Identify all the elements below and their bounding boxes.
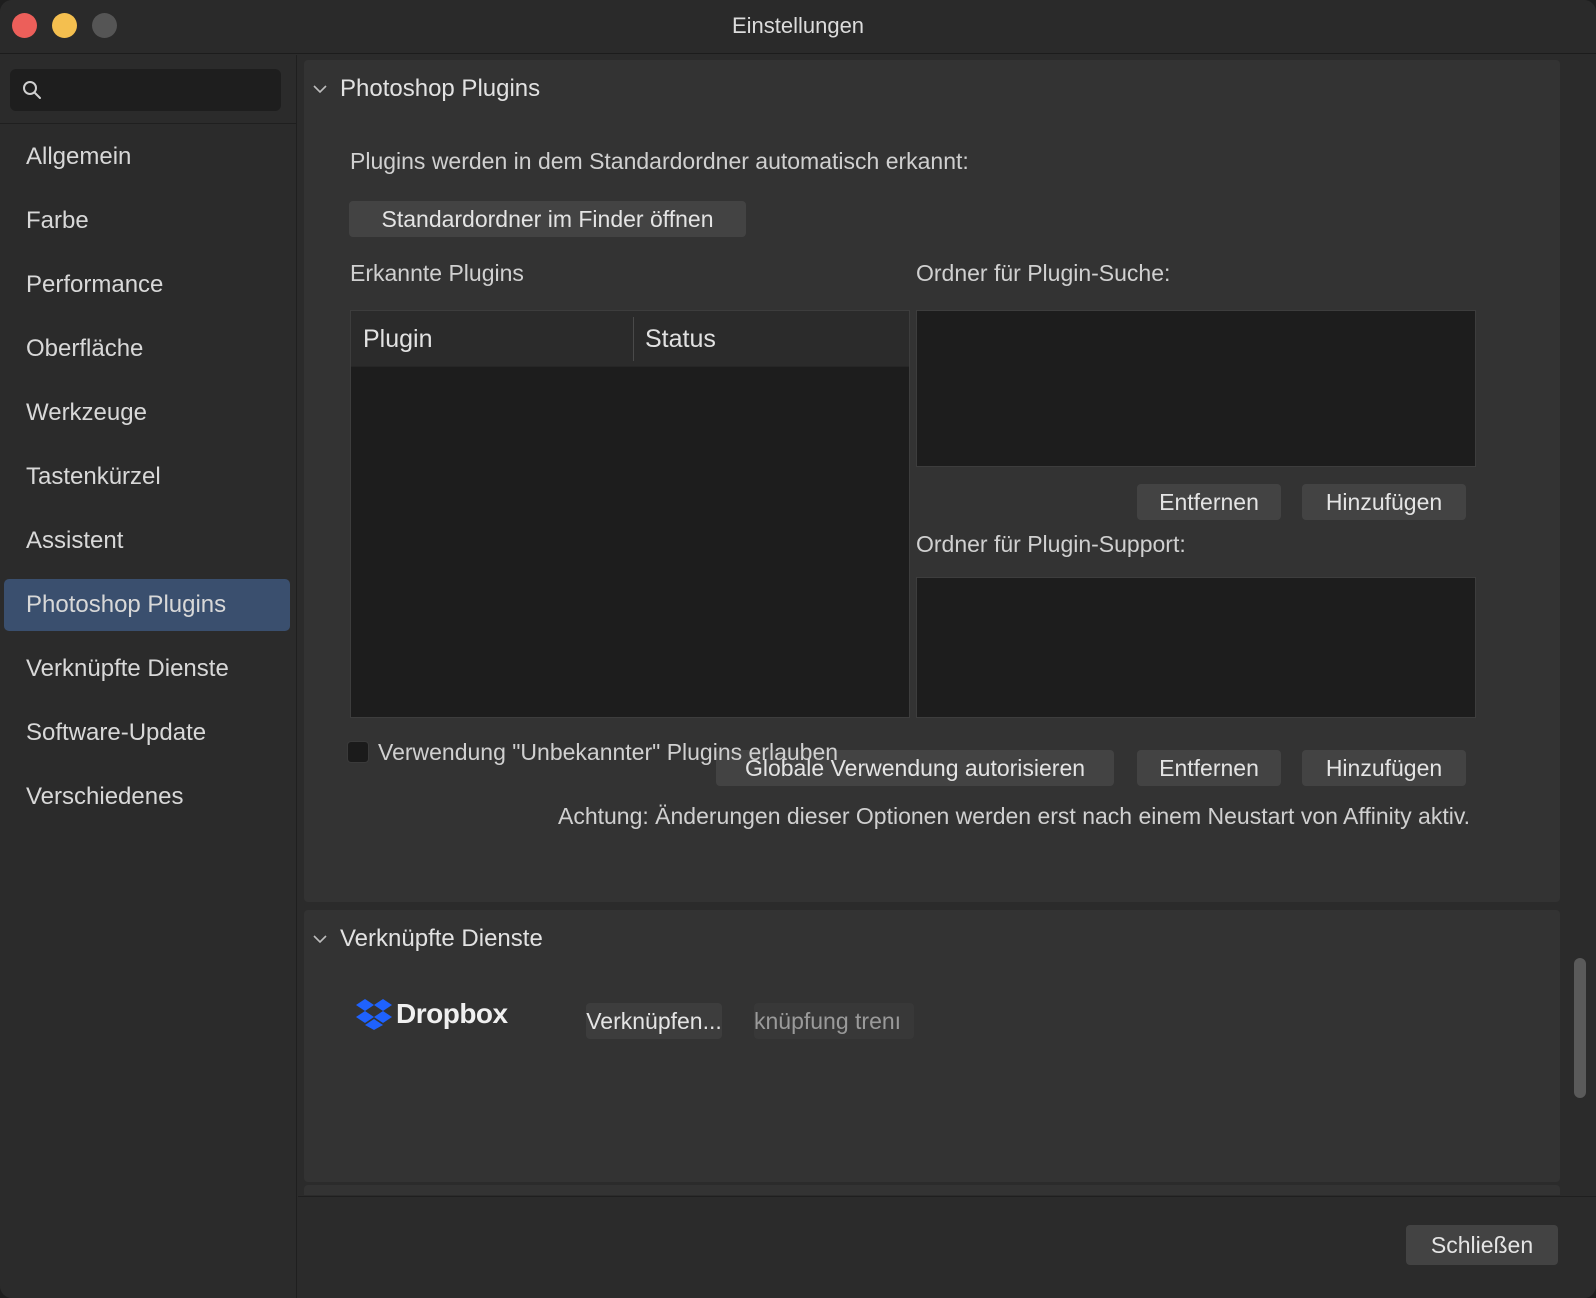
- preferences-window: Einstellungen Allgemein Farbe Performanc…: [0, 0, 1596, 1298]
- settings-content[interactable]: Photoshop Plugins Plugins werden in dem …: [298, 55, 1566, 1195]
- search-input[interactable]: [54, 75, 274, 105]
- add-search-folder-button[interactable]: Hinzufügen: [1302, 484, 1466, 520]
- sidebar: Allgemein Farbe Performance Oberfläche W…: [0, 55, 297, 1298]
- title-bar: Einstellungen: [0, 0, 1596, 54]
- dropbox-service: Dropbox: [356, 998, 508, 1030]
- column-divider: [633, 317, 634, 361]
- remove-search-folder-button[interactable]: Entfernen: [1137, 484, 1281, 520]
- linked-services-section: Verknüpfte Dienste Dropbox Verknüpfen...…: [304, 910, 1560, 1182]
- content-scrollbar[interactable]: [1574, 958, 1586, 1098]
- chevron-down-icon: [313, 85, 327, 94]
- column-header-plugin[interactable]: Plugin: [363, 311, 433, 367]
- photoshop-plugins-section: Photoshop Plugins Plugins werden in dem …: [304, 60, 1560, 902]
- section-title: Verknüpfte Dienste: [340, 925, 543, 952]
- photoshop-plugins-header[interactable]: Photoshop Plugins: [312, 72, 540, 106]
- sidebar-item-farbe[interactable]: Farbe: [4, 195, 290, 247]
- search-folders-list[interactable]: [916, 310, 1476, 467]
- search-box[interactable]: [10, 69, 281, 111]
- next-section-edge: [304, 1185, 1560, 1195]
- detected-plugins-table[interactable]: Plugin Status: [350, 310, 910, 718]
- column-header-status[interactable]: Status: [645, 311, 716, 367]
- open-default-folder-button[interactable]: Standardordner im Finder öffnen: [349, 201, 746, 237]
- table-header: Plugin Status: [351, 311, 909, 367]
- sidebar-item-werkzeuge[interactable]: Werkzeuge: [4, 387, 290, 439]
- search-folders-label: Ordner für Plugin-Suche:: [916, 260, 1171, 286]
- dropbox-name: Dropbox: [396, 998, 508, 1029]
- sidebar-item-assistent[interactable]: Assistent: [4, 515, 290, 567]
- add-support-folder-button[interactable]: Hinzufügen: [1302, 750, 1466, 786]
- plugins-intro-text: Plugins werden in dem Standardordner aut…: [350, 148, 969, 174]
- sidebar-divider: [0, 123, 297, 124]
- unlink-dropbox-button[interactable]: knüpfung trenı: [754, 1003, 914, 1039]
- chevron-down-icon: [313, 935, 327, 944]
- remove-support-folder-button[interactable]: Entfernen: [1137, 750, 1281, 786]
- dropbox-logo-icon: [356, 999, 392, 1030]
- restart-warning-text: Achtung: Änderungen dieser Optionen werd…: [557, 803, 1470, 829]
- sidebar-item-software-update[interactable]: Software-Update: [4, 707, 290, 759]
- sidebar-item-verknuepfte-dienste[interactable]: Verknüpfte Dienste: [4, 643, 290, 695]
- section-title: Photoshop Plugins: [340, 75, 541, 102]
- linked-services-header[interactable]: Verknüpfte Dienste: [312, 922, 543, 956]
- support-folders-list[interactable]: [916, 577, 1476, 718]
- sidebar-item-tastenkuerzel[interactable]: Tastenkürzel: [4, 451, 290, 503]
- window-title: Einstellungen: [731, 13, 865, 38]
- sidebar-item-photoshop-plugins[interactable]: Photoshop Plugins: [4, 579, 290, 631]
- link-dropbox-button[interactable]: Verknüpfen...: [586, 1003, 722, 1039]
- detected-plugins-label: Erkannte Plugins: [350, 260, 524, 286]
- sidebar-item-verschiedenes[interactable]: Verschiedenes: [4, 771, 290, 823]
- sidebar-item-performance[interactable]: Performance: [4, 259, 290, 311]
- allow-unknown-plugins-checkbox[interactable]: [347, 741, 369, 763]
- support-folders-label: Ordner für Plugin-Support:: [916, 531, 1186, 557]
- sidebar-nav: Allgemein Farbe Performance Oberfläche W…: [4, 131, 290, 835]
- allow-unknown-plugins-label[interactable]: Verwendung "Unbekannter" Plugins erlaube…: [378, 739, 838, 766]
- close-button[interactable]: Schließen: [1406, 1225, 1558, 1265]
- footer-bar: Schließen: [298, 1196, 1596, 1298]
- search-icon: [23, 81, 41, 99]
- sidebar-item-oberflaeche[interactable]: Oberfläche: [4, 323, 290, 375]
- sidebar-item-allgemein[interactable]: Allgemein: [4, 131, 290, 183]
